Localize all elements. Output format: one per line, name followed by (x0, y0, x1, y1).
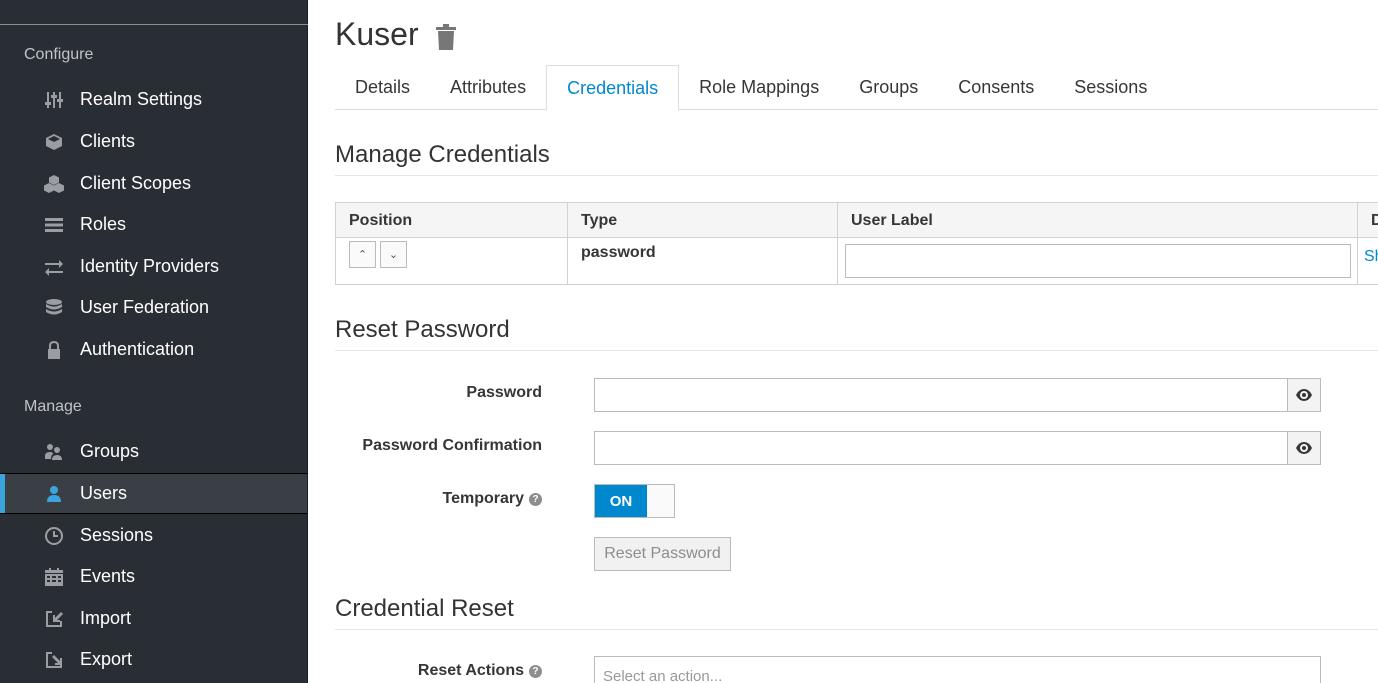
sidebar-item-label: Users (80, 483, 128, 503)
reset-password-button[interactable]: Reset Password (594, 537, 731, 571)
sidebar-item-authentication[interactable]: Authentication (0, 329, 307, 370)
credential-type: password (581, 244, 656, 261)
reset-actions-label-text: Reset Actions (417, 662, 524, 679)
sidebar-item-clients[interactable]: Clients (0, 121, 307, 162)
sidebar-item-label: Events (80, 566, 136, 586)
toggle-password-visibility[interactable] (1287, 378, 1321, 412)
sidebar-item-label: Client Scopes (80, 173, 192, 193)
list-icon (42, 213, 66, 237)
main-content: Kuser Details Attributes Credentials Rol… (308, 0, 1378, 683)
manage-credentials-heading: Manage Credentials (335, 141, 550, 168)
tab-groups[interactable]: Groups (839, 65, 938, 110)
password-input[interactable] (594, 378, 1288, 412)
column-header-type: Type (581, 211, 618, 229)
sidebar-item-client-scopes[interactable]: Client Scopes (0, 163, 307, 204)
sidebar-item-sessions[interactable]: Sessions (0, 515, 307, 556)
sidebar-item-label: Authentication (80, 339, 195, 359)
password-confirmation-label-text: Password Confirmation (362, 437, 542, 454)
sidebar-item-label: Identity Providers (80, 256, 220, 276)
password-confirmation-input[interactable] (594, 431, 1288, 465)
sidebar-item-label: User Federation (80, 297, 210, 317)
sidebar-item-label: Groups (80, 441, 140, 461)
exchange-icon (42, 255, 66, 279)
sidebar-item-user-federation[interactable]: User Federation (0, 287, 307, 328)
help-icon[interactable]: ? (529, 492, 542, 506)
calendar-icon (42, 565, 66, 589)
move-up-button[interactable]: ⌃ (349, 241, 376, 268)
move-down-button[interactable]: ⌄ (380, 241, 407, 268)
section-title-manage: Manage (24, 398, 82, 415)
tab-sessions[interactable]: Sessions (1054, 65, 1167, 110)
temporary-toggle[interactable]: ON (594, 484, 675, 518)
divider (335, 629, 1378, 630)
export-icon (42, 648, 66, 672)
tab-credentials[interactable]: Credentials (546, 65, 680, 111)
sidebar-item-groups[interactable]: Groups (0, 431, 307, 472)
divider (335, 175, 1378, 176)
sidebar-item-realm-settings[interactable]: Realm Settings (0, 79, 307, 120)
eye-icon (1296, 389, 1312, 401)
sidebar-item-label: Sessions (80, 525, 154, 545)
sidebar-item-export[interactable]: Export (0, 639, 307, 680)
cubes-icon (42, 172, 66, 196)
column-header-data: D (1371, 211, 1378, 229)
temporary-label: Temporary ? (442, 490, 542, 508)
section-title-configure: Configure (24, 46, 94, 63)
eye-icon (1296, 442, 1312, 454)
import-icon (42, 607, 66, 631)
toggle-confirmation-visibility[interactable] (1287, 431, 1321, 465)
toggle-knob (647, 485, 674, 517)
user-label-input[interactable] (845, 244, 1351, 278)
password-label-text: Password (466, 384, 542, 401)
database-icon (42, 296, 66, 320)
column-divider (1357, 203, 1358, 284)
password-confirmation-label: Password Confirmation (362, 437, 542, 455)
cube-icon (42, 130, 66, 154)
help-icon[interactable]: ? (529, 664, 542, 678)
sidebar-item-roles[interactable]: Roles (0, 204, 307, 245)
page-title: Kuser (335, 16, 419, 52)
sidebar-item-label: Realm Settings (80, 89, 203, 109)
sidebar-item-label: Clients (80, 131, 136, 151)
reset-actions-label: Reset Actions ? (418, 662, 542, 680)
sidebar-item-import[interactable]: Import (0, 598, 307, 639)
sidebar-item-users[interactable]: Users (0, 473, 307, 514)
tab-role-mappings[interactable]: Role Mappings (679, 65, 839, 110)
reset-password-heading: Reset Password (335, 316, 510, 343)
sidebar-top-divider (0, 0, 308, 25)
toggle-on-state: ON (595, 485, 647, 517)
sidebar-item-label: Import (80, 608, 132, 628)
password-label: Password (466, 384, 542, 402)
tab-consents[interactable]: Consents (938, 65, 1054, 110)
users-icon (42, 440, 66, 464)
column-divider (837, 203, 838, 284)
trash-icon[interactable] (435, 24, 457, 50)
credential-reset-heading: Credential Reset (335, 595, 514, 622)
clock-icon (42, 524, 66, 548)
lock-icon (42, 338, 66, 362)
column-header-user-label: User Label (851, 211, 933, 229)
reset-actions-select[interactable]: Select an action... (594, 656, 1321, 683)
user-tabs: Details Attributes Credentials Role Mapp… (335, 65, 1378, 111)
sidebar-item-label: Export (80, 649, 133, 669)
sidebar-item-events[interactable]: Events (0, 556, 307, 597)
temporary-label-text: Temporary (442, 490, 524, 507)
sliders-icon (42, 88, 66, 112)
tab-details[interactable]: Details (335, 65, 430, 110)
show-data-link[interactable]: Sh (1364, 248, 1378, 266)
credentials-table: Position Type User Label D ⌃ ⌄ password … (335, 202, 1378, 285)
sidebar-item-identity-providers[interactable]: Identity Providers (0, 246, 307, 287)
sidebar: Configure Realm Settings Clients Client … (0, 0, 308, 683)
divider (335, 350, 1378, 351)
user-icon (42, 482, 66, 506)
column-header-position: Position (349, 211, 413, 229)
sidebar-item-label: Roles (80, 214, 127, 234)
tab-attributes[interactable]: Attributes (430, 65, 546, 110)
column-divider (567, 203, 568, 284)
